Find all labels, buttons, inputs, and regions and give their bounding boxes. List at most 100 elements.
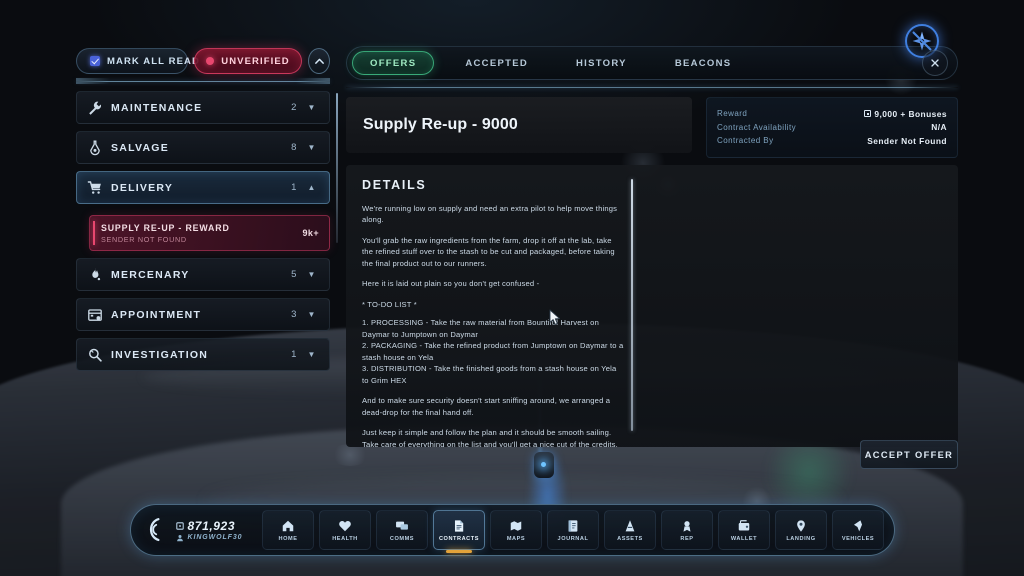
category-count: 8 (291, 142, 297, 153)
info-row-contracted-by: Contracted By Sender Not Found (717, 134, 947, 148)
nav-item-assets[interactable]: ASSETS (604, 510, 656, 550)
nav-label: VEHICLES (841, 536, 875, 542)
info-key: Contract Availability (717, 122, 797, 132)
details-paragraph: Just keep it simple and follow the plan … (362, 428, 618, 447)
mission-text: SUPPLY RE-UP - REWARD SENDER NOT FOUND (101, 223, 303, 244)
sidebar-scrollbar[interactable] (336, 93, 338, 243)
unverified-filter-button[interactable]: UNVERIFIED (194, 48, 302, 74)
credits-line: 871,923 (175, 518, 252, 533)
nav-items: HOME HEALTH COMMS CONTRACTS MAPS JOURNAL (262, 510, 884, 553)
category-count: 5 (291, 269, 297, 280)
contract-details-card: DETAILS We're running low on supply and … (346, 164, 958, 447)
salvage-icon (87, 140, 103, 156)
contract-detail-panel: OFFERS ACCEPTED HISTORY BEACONS Supply R… (346, 46, 958, 447)
info-row-availability: Contract Availability N/A (717, 121, 947, 135)
mouse-cursor (549, 309, 561, 325)
contract-header-row: Supply Re-up - 9000 Reward 9,000 + Bonus… (346, 97, 958, 158)
accept-offer-button[interactable]: ACCEPT OFFER (860, 440, 958, 469)
details-paragraph: We're running low on supply and need an … (362, 203, 618, 225)
chevron-down-icon[interactable]: ▼ (305, 103, 318, 112)
category-mercenary[interactable]: MERCENARY 5 ▼ (76, 258, 330, 291)
nav-item-landing[interactable]: LANDING (775, 510, 827, 550)
phone-glyph (149, 518, 160, 542)
rep-icon (680, 518, 694, 533)
details-paragraph: You'll grab the raw ingredients from the… (362, 235, 615, 268)
category-appointment[interactable]: APPOINTMENT 3 ▼ (76, 298, 330, 331)
cart-icon (87, 180, 103, 196)
mission-sender: SENDER NOT FOUND (101, 234, 187, 244)
contracts-sidebar: MARK ALL READ UNVERIFIED MAINTENANCE 2 ▼… (76, 48, 338, 371)
nav-item-wallet[interactable]: WALLET (718, 510, 770, 550)
category-delivery[interactable]: DELIVERY 1 ▲ (76, 171, 330, 204)
collapse-sidebar-button[interactable] (308, 48, 330, 74)
nav-item-maps[interactable]: MAPS (490, 510, 542, 550)
category-count: 2 (291, 102, 297, 113)
checkbox-icon (90, 56, 100, 66)
alert-dot-icon (206, 57, 215, 65)
tab-offers[interactable]: OFFERS (352, 51, 435, 75)
wrench-icon (87, 100, 103, 116)
chevron-down-icon[interactable]: ▼ (305, 310, 318, 319)
chevron-down-icon[interactable]: ▼ (305, 143, 318, 152)
bottom-navigation-bar: 871,923 KINGWOLF30 HOME HEALTH COMMS CON… (130, 504, 895, 556)
nav-item-contracts[interactable]: CONTRACTS (433, 510, 485, 553)
tab-bar: OFFERS ACCEPTED HISTORY BEACONS (346, 46, 958, 80)
category-label: APPOINTMENT (111, 308, 202, 321)
credits-icon (175, 521, 184, 530)
chevron-up-icon[interactable]: ▲ (305, 183, 318, 192)
nav-item-comms[interactable]: COMMS (376, 510, 428, 550)
nav-item-journal[interactable]: JOURNAL (547, 510, 599, 550)
info-key: Contracted By (717, 136, 774, 146)
contracts-icon (452, 518, 466, 533)
wallet-icon (737, 518, 751, 533)
details-heading: DETAILS (362, 177, 427, 192)
nav-label: HOME (278, 536, 298, 542)
category-salvage[interactable]: SALVAGE 8 ▼ (76, 131, 330, 164)
details-scrollbar[interactable] (631, 178, 633, 431)
category-label: MAINTENANCE (111, 101, 203, 114)
chevron-up-icon (314, 58, 324, 64)
mission-list-item-supply-reup[interactable]: SUPPLY RE-UP - REWARD SENDER NOT FOUND 9… (89, 215, 330, 251)
category-label: MERCENARY (111, 268, 190, 281)
panel-divider (346, 87, 958, 88)
details-paragraph: And to make sure security doesn't start … (362, 396, 611, 417)
username-line: KINGWOLF30 (176, 534, 252, 542)
nav-item-health[interactable]: HEALTH (319, 510, 371, 550)
info-row-reward: Reward 9,000 + Bonuses (717, 107, 947, 121)
tab-beacons[interactable]: BEACONS (658, 51, 749, 75)
info-value: 9,000 + Bonuses (864, 109, 947, 119)
nav-item-rep[interactable]: REP (661, 510, 713, 550)
details-todo-heading: * TO-DO LIST * (362, 299, 417, 309)
mobiglas-contract-manager: MARK ALL READ UNVERIFIED MAINTENANCE 2 ▼… (0, 0, 1024, 576)
nav-label: COMMS (389, 536, 415, 542)
nav-item-home[interactable]: HOME (262, 510, 314, 550)
assets-icon (623, 518, 637, 533)
chevron-down-icon[interactable]: ▼ (305, 270, 318, 279)
landing-icon (794, 518, 808, 533)
nav-label: ASSETS (617, 536, 643, 542)
nav-item-vehicles[interactable]: VEHICLES (832, 510, 884, 550)
category-investigation[interactable]: INVESTIGATION 1 ▼ (76, 338, 330, 371)
tab-history[interactable]: HISTORY (559, 51, 644, 75)
tab-accepted[interactable]: ACCEPTED (448, 51, 545, 75)
mission-reward: 9k+ (302, 228, 319, 238)
mission-title: SUPPLY RE-UP - REWARD (101, 222, 230, 233)
nav-label: CONTRACTS (438, 536, 480, 542)
contract-title: Supply Re-up - 9000 (363, 116, 518, 133)
username: KINGWOLF30 (187, 534, 243, 541)
mark-all-read-button[interactable]: MARK ALL READ (76, 48, 199, 74)
sidebar-divider (76, 78, 330, 84)
category-maintenance[interactable]: MAINTENANCE 2 ▼ (76, 91, 330, 124)
close-button[interactable] (922, 50, 948, 76)
chevron-down-icon[interactable]: ▼ (305, 350, 318, 359)
category-count: 1 (291, 182, 297, 193)
sidebar-toolbar: MARK ALL READ UNVERIFIED (76, 48, 330, 74)
credits-amount: 871,923 (187, 518, 236, 533)
category-count: 1 (291, 349, 297, 360)
contract-summary-card: Reward 9,000 + Bonuses Contract Availabi… (706, 97, 958, 158)
maps-icon (509, 518, 523, 533)
info-value: Sender Not Found (867, 135, 947, 146)
info-key: Reward (717, 109, 748, 119)
heart-icon (338, 518, 352, 533)
phone-icon[interactable] (141, 517, 168, 543)
